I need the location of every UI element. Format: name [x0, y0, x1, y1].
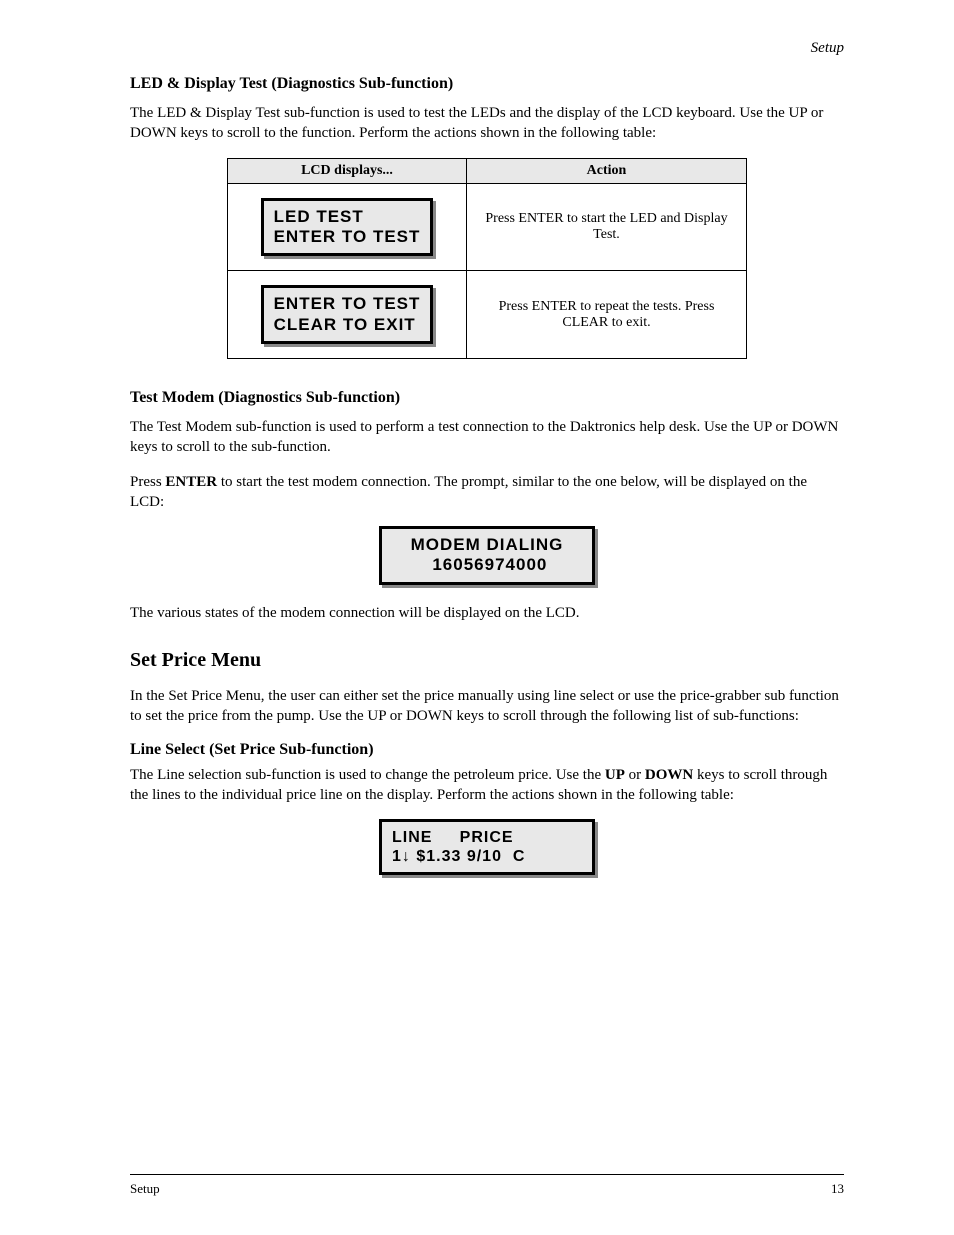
footer-left: Setup [130, 1181, 160, 1197]
footer-right-page-number: 13 [831, 1181, 844, 1197]
lcd-panel-led-test: LED TEST ENTER TO TEST [261, 198, 434, 257]
text-span: Press [130, 474, 165, 490]
section-test-modem-para2: Press ENTER to start the test modem conn… [130, 472, 844, 513]
text-span: to start the test modem connection. The … [130, 474, 807, 510]
table-head-action: Action [467, 158, 747, 183]
table-head-lcd: LCD displays... [228, 158, 467, 183]
lcd-line: LINE PRICE [392, 828, 582, 847]
lcd-line: 1↓ $1.33 9/10 C [392, 847, 582, 866]
table-cell-lcd: ENTER TO TEST CLEAR TO EXIT [228, 271, 467, 359]
text-span: The Line selection sub-function is used … [130, 767, 605, 783]
section-test-modem-para3: The various states of the modem connecti… [130, 603, 844, 623]
lcd-line: ENTER TO TEST [274, 294, 421, 314]
table-cell-action: Press ENTER to start the LED and Display… [467, 183, 747, 271]
section-line-select-para: The Line selection sub-function is used … [130, 765, 844, 806]
lcd-line: MODEM DIALING [392, 535, 582, 555]
text-span: or [625, 767, 645, 783]
key-up: UP [605, 767, 625, 783]
page-header-right: Setup [811, 40, 844, 57]
lcd-center-block: MODEM DIALING 16056974000 [130, 526, 844, 585]
table-cell-action: Press ENTER to repeat the tests. Press C… [467, 271, 747, 359]
lcd-line: 16056974000 [392, 555, 582, 575]
section-led-display-para: The LED & Display Test sub-function is u… [130, 103, 844, 144]
footer-rule [130, 1174, 844, 1175]
lcd-panel-enter-clear: ENTER TO TEST CLEAR TO EXIT [261, 285, 434, 344]
key-down: DOWN [645, 767, 693, 783]
section-line-select-title: Line Select (Set Price Sub-function) [130, 741, 844, 759]
diagnostics-table: LCD displays... Action LED TEST ENTER TO… [227, 158, 747, 360]
table-cell-lcd: LED TEST ENTER TO TEST [228, 183, 467, 271]
heading-set-price-menu: Set Price Menu [130, 649, 844, 672]
key-enter: ENTER [165, 474, 217, 490]
section-set-price-para: In the Set Price Menu, the user can eith… [130, 686, 844, 727]
table-row: ENTER TO TEST CLEAR TO EXIT Press ENTER … [228, 271, 747, 359]
page-footer: Setup 13 [130, 1181, 844, 1197]
lcd-line: ENTER TO TEST [274, 227, 421, 247]
lcd-center-block: LINE PRICE 1↓ $1.33 9/10 C [130, 819, 844, 875]
lcd-panel-modem-dialing: MODEM DIALING 16056974000 [379, 526, 595, 585]
section-test-modem-para1: The Test Modem sub-function is used to p… [130, 417, 844, 458]
section-led-display-title: LED & Display Test (Diagnostics Sub-func… [130, 75, 844, 93]
lcd-line: CLEAR TO EXIT [274, 315, 421, 335]
page: Setup LED & Display Test (Diagnostics Su… [0, 0, 954, 1235]
lcd-panel-line-price: LINE PRICE 1↓ $1.33 9/10 C [379, 819, 595, 875]
section-test-modem-title: Test Modem (Diagnostics Sub-function) [130, 389, 844, 407]
lcd-line: LED TEST [274, 207, 421, 227]
table-row: LED TEST ENTER TO TEST Press ENTER to st… [228, 183, 747, 271]
